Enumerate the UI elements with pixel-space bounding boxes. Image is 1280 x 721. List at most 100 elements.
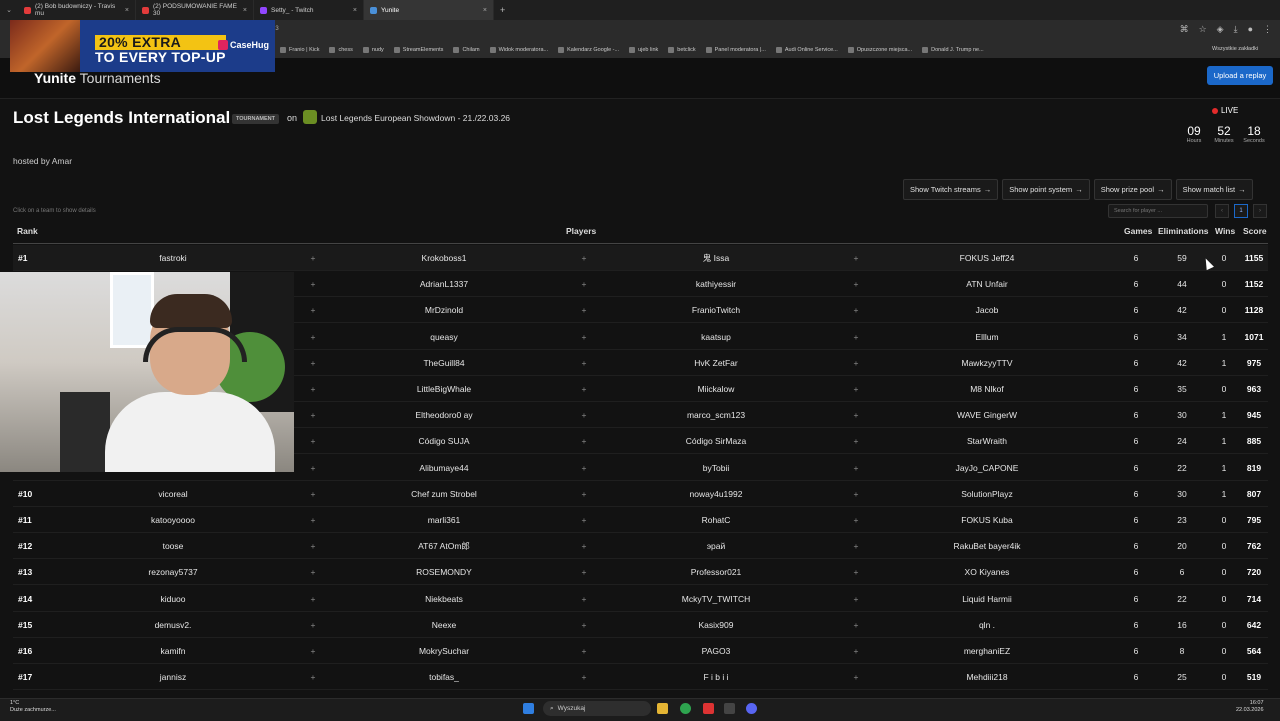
close-tab-icon[interactable]: × bbox=[483, 7, 487, 14]
eliminations-cell: 20 bbox=[1177, 541, 1187, 552]
player-name: ATN Unfair bbox=[966, 279, 1008, 290]
plus-icon: + bbox=[310, 410, 316, 421]
plus-icon: + bbox=[853, 253, 859, 263]
profile-icon[interactable]: ● bbox=[1248, 24, 1253, 35]
plus-icon: + bbox=[310, 436, 316, 447]
wins-cell: 0 bbox=[1221, 646, 1227, 656]
team-row[interactable]: #17 jannisz tobifas_ F i b i i Mehdiii218 + + +… bbox=[13, 664, 1268, 691]
eliminations-cell: 22 bbox=[1177, 593, 1187, 604]
bookmark-item[interactable]: nudy bbox=[362, 47, 384, 53]
eliminations-cell: 35 bbox=[1177, 384, 1187, 394]
team-row[interactable]: #10 vicoreal Chef zum Strobel noway4u1992 So… bbox=[13, 481, 1268, 507]
taskbar-clock[interactable]: 16:07 22.03.2026 bbox=[1236, 700, 1264, 714]
col-eliminations: Eliminations bbox=[1158, 226, 1209, 236]
download-icon[interactable]: ⤓ bbox=[1234, 24, 1238, 35]
bookmark-item[interactable]: Opuszczone miejsca... bbox=[847, 47, 913, 53]
eliminations-cell: 25 bbox=[1177, 672, 1187, 683]
score-cell: 975 bbox=[1246, 357, 1262, 368]
weather-widget[interactable]: 1°C Duże zachmurze... bbox=[10, 700, 56, 714]
player-search-input[interactable]: Search for player ... bbox=[1108, 204, 1208, 218]
chrome-icon[interactable] bbox=[680, 703, 691, 714]
player-name: marco_scm123 bbox=[686, 410, 746, 421]
tab-menu-icon[interactable]: ⌄ bbox=[0, 0, 18, 20]
plus-icon: + bbox=[581, 488, 587, 499]
col-score: Score bbox=[1243, 226, 1267, 236]
tab-favicon-icon bbox=[142, 6, 149, 14]
extension-icon[interactable]: ◈ bbox=[1217, 24, 1224, 35]
brand-bold: Yunite bbox=[34, 70, 77, 86]
plus-icon: + bbox=[310, 331, 316, 342]
discord-icon[interactable] bbox=[746, 703, 757, 714]
team-row[interactable]: #14 kiduoo Niekbeats MckyTV_TWITCH Liquid Ha… bbox=[13, 586, 1268, 612]
close-tab-icon[interactable]: × bbox=[125, 7, 129, 14]
bookmark-item[interactable]: Donald J. Trump ne... bbox=[922, 47, 984, 53]
bookmark-item[interactable]: StreamElements bbox=[393, 47, 443, 53]
plus-icon: + bbox=[853, 331, 859, 342]
player-name: Eltheodoro0 ay bbox=[415, 410, 473, 421]
page-current[interactable]: 1 bbox=[1234, 204, 1248, 218]
browser-tab[interactable]: (2) PODSUMOWANIE FAME 30 × bbox=[136, 0, 254, 20]
player-name: эрай bbox=[706, 541, 726, 552]
wins-cell: 1 bbox=[1221, 462, 1227, 473]
upload-replay-button[interactable]: Upload a replay bbox=[1207, 66, 1273, 85]
bookmark-item[interactable]: chess bbox=[329, 47, 353, 53]
bookmark-item[interactable]: ujeb link bbox=[629, 47, 658, 53]
show-prize-pool-button[interactable]: Show prize pool → bbox=[1093, 179, 1172, 200]
team-row[interactable]: #11 katooyoooo marli361 RohatC FOKUS Kuba + + +… bbox=[13, 507, 1268, 533]
menu-icon[interactable]: ⋮ bbox=[1263, 24, 1272, 35]
tab-favicon-icon bbox=[370, 6, 377, 14]
bookmark-label: Kalendarz Google -... bbox=[567, 47, 620, 53]
bookmark-label: Opuszczone miejsca... bbox=[856, 47, 913, 53]
translate-icon[interactable]: ⌘ bbox=[1180, 24, 1189, 35]
browser-tab[interactable]: Setty_ - Twitch × bbox=[254, 0, 364, 20]
plus-icon: + bbox=[310, 567, 316, 578]
show-match-list-button[interactable]: Show match list → bbox=[1175, 179, 1253, 200]
plus-icon: + bbox=[310, 357, 316, 368]
team-row[interactable]: #1 fastroki Krokoboss1 鬼 Issa FOKUS Jeff24 + +… bbox=[13, 245, 1268, 271]
countdown-value: 18 bbox=[1247, 124, 1261, 138]
close-tab-icon[interactable]: × bbox=[243, 7, 247, 14]
plus-icon: + bbox=[581, 646, 587, 656]
browser-tab[interactable]: Yunite × bbox=[364, 0, 494, 20]
bookmark-item[interactable]: Audi Online Service... bbox=[775, 47, 838, 53]
new-tab-icon[interactable]: + bbox=[494, 5, 511, 15]
bookmark-item[interactable]: Franio | Kick bbox=[280, 47, 319, 53]
site-brand[interactable]: Yunite Tournaments bbox=[34, 70, 161, 86]
team-row[interactable]: #12 toose AT67 AtOm郎 эрай RakuBet bayer4ik + +… bbox=[13, 533, 1268, 560]
team-row[interactable]: #15 demusv2. Neexe Kasix909 qln . + + +6 16 0 642 bbox=[13, 612, 1268, 638]
player-name: Niekbeats bbox=[425, 593, 463, 604]
show-point-system-button[interactable]: Show point system → bbox=[1002, 179, 1090, 200]
bookmark-item[interactable]: Kalendarz Google -... bbox=[558, 47, 619, 53]
bookmark-label: Panel moderatora |... bbox=[714, 47, 766, 53]
close-tab-icon[interactable]: × bbox=[353, 7, 357, 14]
player-name: kiduoo bbox=[160, 593, 186, 604]
browser-tab[interactable]: (2) Bob budowniczy - Travis mu × bbox=[18, 0, 136, 20]
bookmark-item[interactable]: Chilam bbox=[453, 47, 480, 53]
col-wins: Wins bbox=[1215, 226, 1236, 236]
bookmark-item[interactable]: Panel moderatora |... bbox=[705, 47, 766, 53]
event-name[interactable]: Lost Legends European Showdown - 21./22.… bbox=[321, 113, 510, 123]
prev-page-icon[interactable]: ‹ bbox=[1215, 204, 1229, 218]
star-icon[interactable]: ☆ bbox=[1199, 24, 1207, 35]
player-name: qln . bbox=[978, 619, 996, 630]
file-explorer-icon[interactable] bbox=[657, 703, 668, 714]
countdown-unit: Seconds bbox=[1243, 138, 1265, 144]
bookmark-item[interactable]: betclick bbox=[668, 47, 696, 53]
countdown-value: 09 bbox=[1187, 124, 1201, 138]
button-label: Show Twitch streams bbox=[910, 185, 981, 194]
start-icon[interactable] bbox=[523, 703, 534, 714]
app-icon[interactable] bbox=[703, 703, 714, 714]
team-row[interactable]: #16 kamifn MokrySuchar PAGO3 merghaniEZ + + +6 8… bbox=[13, 638, 1268, 664]
next-page-icon[interactable]: › bbox=[1253, 204, 1267, 218]
all-bookmarks[interactable]: Wszystkie zakładki bbox=[1212, 46, 1258, 52]
plus-icon: + bbox=[853, 541, 859, 552]
team-row[interactable]: #13 rezonay5737 ROSEMONDY Professor021 XO Ki… bbox=[13, 559, 1268, 586]
ad-brand: CaseHug bbox=[218, 40, 269, 50]
player-name: Mehdiii218 bbox=[966, 672, 1008, 683]
bookmark-label: ujeb link bbox=[638, 47, 659, 53]
show-twitch-streams-button[interactable]: Show Twitch streams → bbox=[903, 179, 999, 200]
bookmark-item[interactable]: Widok moderatora... bbox=[489, 47, 548, 53]
taskbar-search[interactable]: ⌕ Wyszukaj bbox=[543, 701, 651, 716]
obs-icon[interactable] bbox=[724, 703, 735, 714]
wins-cell: 0 bbox=[1221, 619, 1227, 630]
